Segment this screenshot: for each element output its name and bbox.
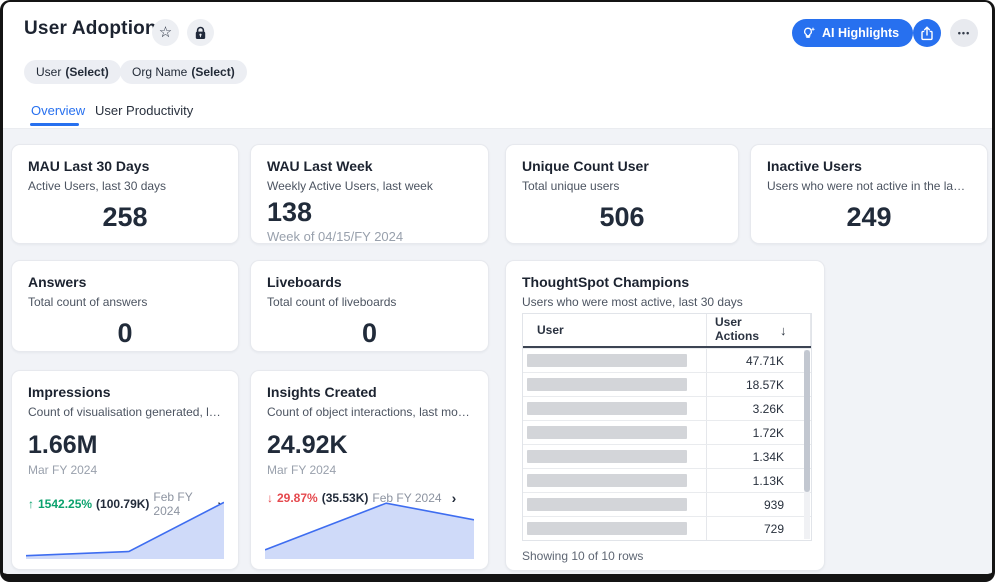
kpi-footnote: Week of 04/15/FY 2024: [267, 229, 472, 244]
kpi-value: 138: [267, 197, 472, 228]
masked-user-name: [527, 498, 687, 511]
kpi-title: Inactive Users: [767, 158, 971, 174]
user-actions-value: 1.13K: [706, 469, 796, 492]
kpi-value: 0: [28, 318, 222, 349]
kpi-title: Unique Count User: [522, 158, 722, 174]
kpi-value: 0: [267, 318, 472, 349]
kpi-subtitle: Users who were not active in the last 30…: [767, 179, 971, 193]
page-title: User Adoption: [24, 18, 157, 40]
row-count-status: Showing 10 of 10 rows: [522, 549, 643, 563]
kpi-card-liveboards[interactable]: Liveboards Total count of liveboards 0: [250, 260, 489, 352]
table-row[interactable]: 729: [523, 516, 811, 540]
dashboard-content: MAU Last 30 Days Active Users, last 30 d…: [3, 128, 992, 574]
masked-user-name: [527, 450, 687, 463]
trend-title: Impressions: [28, 384, 222, 400]
champions-subtitle: Users who were most active, last 30 days: [522, 295, 808, 309]
masked-user-name: [527, 426, 687, 439]
trend-card-impressions[interactable]: Impressions Count of visualisation gener…: [11, 370, 239, 570]
champions-table: User User Actions ↓ 47.71K 18.57K 3.26K: [522, 313, 812, 541]
liveboard-window: User Adoption ☆ AI Highlights ••• User (…: [0, 0, 995, 582]
kpi-value: 506: [522, 202, 722, 233]
masked-user-name: [527, 402, 687, 415]
table-row[interactable]: 18.57K: [523, 372, 811, 396]
kpi-value: 258: [28, 202, 222, 233]
filter-chip-value: (Select): [191, 65, 234, 79]
tab-overview[interactable]: Overview: [31, 103, 85, 118]
insights-sparkline: [265, 499, 474, 559]
trend-subtitle: Count of visualisation generated, last…: [28, 405, 222, 419]
trend-title: Insights Created: [267, 384, 472, 400]
permissions-button[interactable]: [187, 19, 214, 46]
kpi-card-unique-count-user[interactable]: Unique Count User Total unique users 506: [505, 144, 739, 244]
filter-chip-label: User: [36, 65, 61, 79]
user-actions-value: 729: [706, 517, 796, 540]
ai-highlights-icon: [802, 26, 816, 40]
table-row[interactable]: 1.34K: [523, 444, 811, 468]
sort-descending-icon[interactable]: ↓: [778, 314, 811, 346]
filter-chip-value: (Select): [65, 65, 108, 79]
trend-period: Mar FY 2024: [28, 463, 222, 477]
masked-user-name: [527, 354, 687, 367]
table-scrollbar[interactable]: [804, 350, 810, 539]
table-row[interactable]: 47.71K: [523, 348, 811, 372]
table-header-row: User User Actions ↓: [523, 314, 811, 348]
kpi-subtitle: Total count of liveboards: [267, 295, 472, 309]
trend-value: 1.66M: [28, 431, 222, 460]
table-row[interactable]: 1.13K: [523, 468, 811, 492]
user-actions-value: 47.71K: [706, 349, 796, 372]
tab-user-productivity[interactable]: User Productivity: [95, 103, 193, 118]
user-actions-value: 939: [706, 493, 796, 516]
favorite-button[interactable]: ☆: [152, 19, 179, 46]
kpi-title: MAU Last 30 Days: [28, 158, 222, 174]
table-row[interactable]: 3.26K: [523, 396, 811, 420]
masked-user-name: [527, 378, 687, 391]
kpi-card-answers[interactable]: Answers Total count of answers 0: [11, 260, 239, 352]
trend-card-insights-created[interactable]: Insights Created Count of object interac…: [250, 370, 489, 570]
ai-highlights-button[interactable]: AI Highlights: [792, 19, 913, 47]
star-icon: ☆: [159, 25, 172, 40]
kpi-card-inactive-users[interactable]: Inactive Users Users who were not active…: [750, 144, 988, 244]
scrollbar-thumb[interactable]: [804, 350, 810, 492]
masked-user-name: [527, 522, 687, 535]
active-tab-indicator: [30, 123, 79, 126]
ellipsis-icon: •••: [958, 28, 970, 38]
masked-user-name: [527, 474, 687, 487]
kpi-subtitle: Total count of answers: [28, 295, 222, 309]
kpi-subtitle: Active Users, last 30 days: [28, 179, 222, 193]
kpi-value: 249: [767, 202, 971, 233]
kpi-title: Answers: [28, 274, 222, 290]
kpi-subtitle: Weekly Active Users, last week: [267, 179, 472, 193]
champions-title: ThoughtSpot Champions: [522, 274, 808, 290]
filter-chip-org-name[interactable]: Org Name (Select): [120, 60, 247, 84]
impressions-sparkline: [26, 499, 224, 559]
trend-value: 24.92K: [267, 431, 472, 460]
kpi-title: Liveboards: [267, 274, 472, 290]
trend-period: Mar FY 2024: [267, 463, 472, 477]
kpi-card-wau[interactable]: WAU Last Week Weekly Active Users, last …: [250, 144, 489, 244]
kpi-subtitle: Total unique users: [522, 179, 722, 193]
user-actions-value: 1.72K: [706, 421, 796, 444]
kpi-card-mau[interactable]: MAU Last 30 Days Active Users, last 30 d…: [11, 144, 239, 244]
column-header-user[interactable]: User: [523, 323, 706, 337]
filter-chip-user[interactable]: User (Select): [24, 60, 121, 84]
user-actions-value: 3.26K: [706, 397, 796, 420]
user-actions-value: 1.34K: [706, 445, 796, 468]
share-icon: [920, 26, 934, 41]
kpi-title: WAU Last Week: [267, 158, 472, 174]
lock-icon: [194, 26, 207, 40]
ai-highlights-label: AI Highlights: [822, 26, 899, 40]
trend-subtitle: Count of object interactions, last month: [267, 405, 472, 419]
share-button[interactable]: [913, 19, 941, 47]
column-header-user-actions[interactable]: User Actions: [706, 314, 778, 346]
user-actions-value: 18.57K: [706, 373, 796, 396]
filter-chip-label: Org Name: [132, 65, 187, 79]
table-row[interactable]: 939: [523, 492, 811, 516]
champions-card[interactable]: ThoughtSpot Champions Users who were mos…: [505, 260, 825, 571]
table-row[interactable]: 1.72K: [523, 420, 811, 444]
more-options-button[interactable]: •••: [950, 19, 978, 47]
